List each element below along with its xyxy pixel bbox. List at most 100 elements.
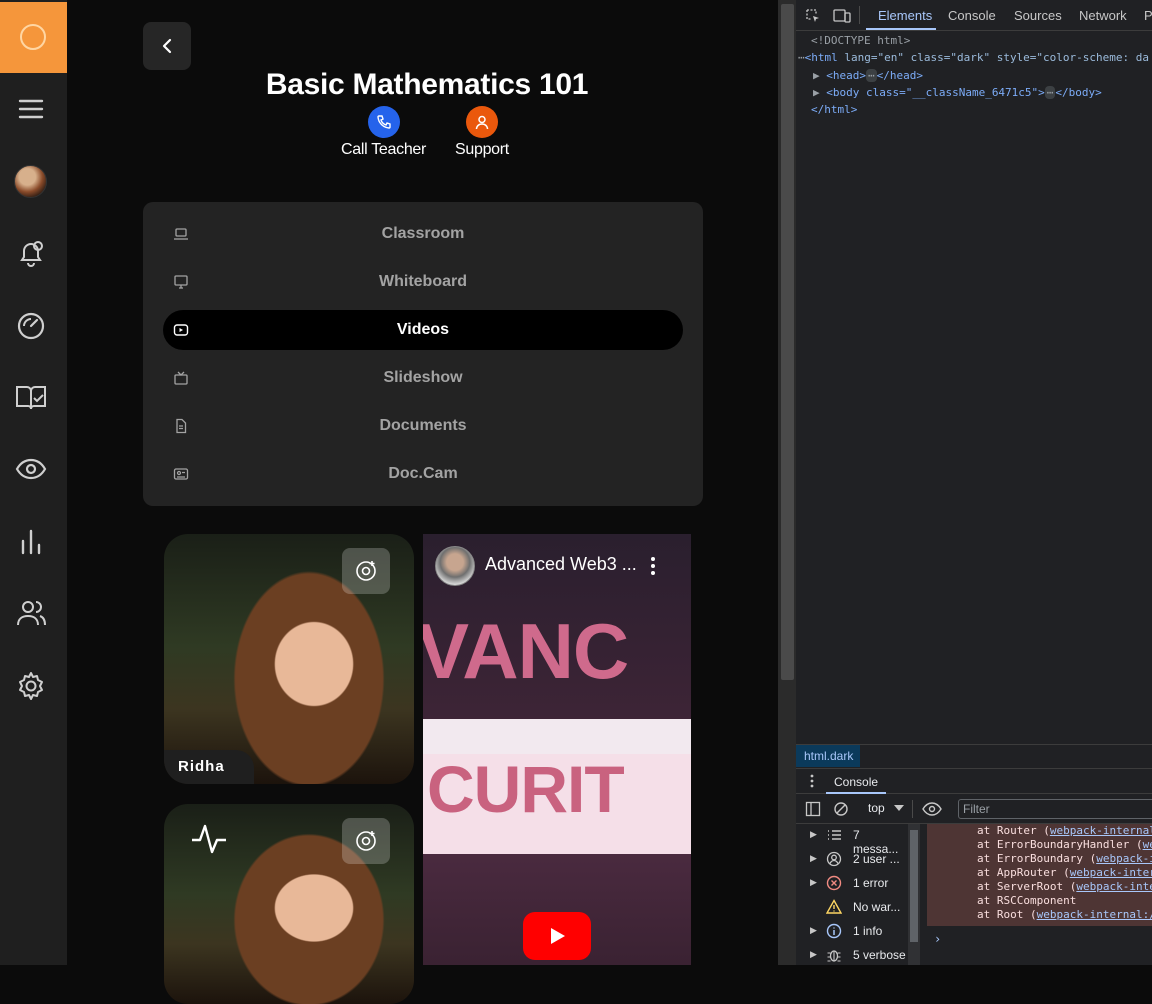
tab-label: Classroom xyxy=(381,225,465,242)
sidebar-user-messages[interactable]: ▶ 2 user ... xyxy=(796,848,908,872)
dom-body-node[interactable]: ▶ <body class="__className_6471c5"> ⋯ </bo… xyxy=(813,86,1102,99)
console-error-stack: at Router (webpack-internal at ErrorBoun… xyxy=(927,824,1152,926)
tab-elements[interactable]: Elements xyxy=(878,8,932,23)
add-camera-icon[interactable] xyxy=(342,548,390,594)
breadcrumb[interactable]: html.dark xyxy=(796,745,860,767)
expand-arrow-icon: ▶ xyxy=(810,925,817,935)
dom-html-attrs: lang="en" class="dark" style="color-sche… xyxy=(844,51,1150,64)
device-toolbar-icon[interactable] xyxy=(833,8,851,24)
tab-network[interactable]: Network xyxy=(1079,8,1127,23)
support-action[interactable]: Support xyxy=(455,106,509,159)
menu-icon[interactable] xyxy=(14,92,48,126)
back-button[interactable] xyxy=(143,22,191,70)
bar-chart-icon[interactable] xyxy=(14,525,48,559)
warning-icon xyxy=(826,899,842,914)
inspect-element-icon[interactable] xyxy=(805,8,821,24)
stack-frame-text: at AppRouter ( xyxy=(977,866,1070,879)
dom-doctype[interactable]: <!DOCTYPE html> xyxy=(811,34,910,47)
expand-arrow-icon: ▶ xyxy=(810,949,817,959)
clear-console-icon[interactable] xyxy=(833,801,849,817)
phone-icon[interactable] xyxy=(367,106,400,138)
sidebar-toggle-icon[interactable] xyxy=(805,801,821,817)
drawer-tab-console[interactable]: Console xyxy=(834,775,878,789)
eye-icon[interactable] xyxy=(14,452,48,486)
stack-frame-link[interactable]: webpack-i xyxy=(1096,852,1152,865)
tab-doc-cam[interactable]: Doc.Cam xyxy=(163,454,683,494)
sidebar-info[interactable]: ▶ 1 info xyxy=(796,920,908,944)
expand-arrow-icon: ▶ xyxy=(810,877,817,887)
stack-frame-link[interactable]: webpack-internal:/ xyxy=(1037,908,1152,921)
stack-frame[interactable]: at Root (webpack-internal:/ xyxy=(977,908,1152,921)
tab-whiteboard[interactable]: Whiteboard xyxy=(163,262,683,302)
support-user-icon[interactable] xyxy=(465,106,498,138)
chevron-left-icon xyxy=(162,38,172,54)
stack-frame-link[interactable]: webpack-internal xyxy=(1050,824,1152,837)
activity-icon xyxy=(192,824,226,854)
bell-icon[interactable] xyxy=(14,236,48,270)
stack-frame-link[interactable]: webpack-inter xyxy=(1070,866,1152,879)
console-sidebar-scrollbar[interactable] xyxy=(908,824,920,965)
stack-frame[interactable]: at ErrorBoundaryHandler (we xyxy=(977,838,1152,851)
stack-frame[interactable]: at ErrorBoundary (webpack-i xyxy=(977,852,1152,865)
video-overlay-text-1: VANC xyxy=(423,607,629,695)
dom-head-node[interactable]: ▶ <head> ⋯ </head> xyxy=(813,69,923,82)
dom-collapsed-badge[interactable]: ⋯ xyxy=(1044,86,1056,99)
dom-html-close[interactable]: </html> xyxy=(811,103,857,116)
add-camera-icon[interactable] xyxy=(342,818,390,864)
participant-video-tile-2[interactable] xyxy=(164,804,414,1004)
video-title[interactable]: Advanced Web3 ... xyxy=(485,554,637,575)
tab-videos[interactable]: Videos xyxy=(163,310,683,350)
context-selector[interactable]: top xyxy=(868,801,885,815)
console-filter-input[interactable]: Filter xyxy=(958,799,1152,819)
video-overlay-text-2: CURIT xyxy=(427,752,625,826)
call-teacher-action[interactable]: Call Teacher xyxy=(341,106,426,159)
app-logo[interactable] xyxy=(0,2,67,73)
stack-frame[interactable]: at ServerRoot (webpack-inte xyxy=(977,880,1152,893)
expand-arrow-icon: ▶ xyxy=(810,853,817,863)
settings-icon[interactable] xyxy=(14,669,48,703)
chevron-down-icon[interactable] xyxy=(894,805,904,811)
users-icon[interactable] xyxy=(14,596,48,630)
tab-classroom[interactable]: Classroom xyxy=(163,214,683,254)
dom-node-menu[interactable]: ⋯ xyxy=(798,51,805,64)
sidebar-row-label: 5 verbose xyxy=(853,948,906,962)
book-check-icon[interactable] xyxy=(14,380,48,414)
stack-frame[interactable]: at AppRouter (webpack-inter xyxy=(977,866,1152,879)
stack-frame[interactable]: at Router (webpack-internal xyxy=(977,824,1152,837)
dom-html-node[interactable]: ⋯<html lang="en" class="dark" style="col… xyxy=(798,51,1149,64)
live-expression-eye-icon[interactable] xyxy=(922,802,942,816)
user-icon xyxy=(826,851,842,867)
scrollbar-thumb[interactable] xyxy=(910,830,918,942)
stack-frame-link[interactable]: webpack-inte xyxy=(1076,880,1152,893)
youtube-video-embed[interactable]: VANC CURIT Advanced Web3 ... xyxy=(423,534,691,965)
stack-frame-text: at ErrorBoundary ( xyxy=(977,852,1097,865)
tab-sources[interactable]: Sources xyxy=(1014,8,1062,23)
info-icon xyxy=(826,923,842,939)
page-scrollbar-thumb[interactable] xyxy=(781,4,794,680)
tab-more[interactable]: P xyxy=(1144,8,1152,23)
toolbar-divider xyxy=(912,800,913,818)
dom-head-close: </head> xyxy=(876,69,923,82)
gauge-icon[interactable] xyxy=(14,309,48,343)
stack-frame-link[interactable]: we xyxy=(1143,838,1152,851)
dom-collapsed-badge[interactable]: ⋯ xyxy=(866,69,877,82)
participant-name: Ridha xyxy=(164,750,254,784)
stack-frame[interactable]: at RSCComponent xyxy=(977,894,1076,907)
drawer-menu-icon[interactable] xyxy=(810,774,814,788)
user-avatar[interactable] xyxy=(14,165,47,198)
bug-icon xyxy=(827,950,841,962)
tab-slideshow[interactable]: Slideshow xyxy=(163,358,683,398)
sidebar-errors[interactable]: ▶ 1 error xyxy=(796,872,908,896)
channel-avatar[interactable] xyxy=(435,546,475,586)
sidebar-verbose[interactable]: ▶ 5 verbose xyxy=(796,944,908,968)
sidebar-warnings[interactable]: No war... xyxy=(796,896,908,920)
participant-video-tile[interactable]: Ridha xyxy=(164,534,414,784)
console-prompt[interactable]: › xyxy=(934,932,941,946)
tab-documents[interactable]: Documents xyxy=(163,406,683,446)
tab-label: Whiteboard xyxy=(379,273,467,290)
tab-console[interactable]: Console xyxy=(948,8,996,23)
sidebar-messages[interactable]: ▶ 7 messa... xyxy=(796,824,908,856)
more-vertical-icon[interactable] xyxy=(649,556,657,576)
youtube-play-button[interactable] xyxy=(523,912,591,960)
app-sidebar xyxy=(0,0,67,965)
